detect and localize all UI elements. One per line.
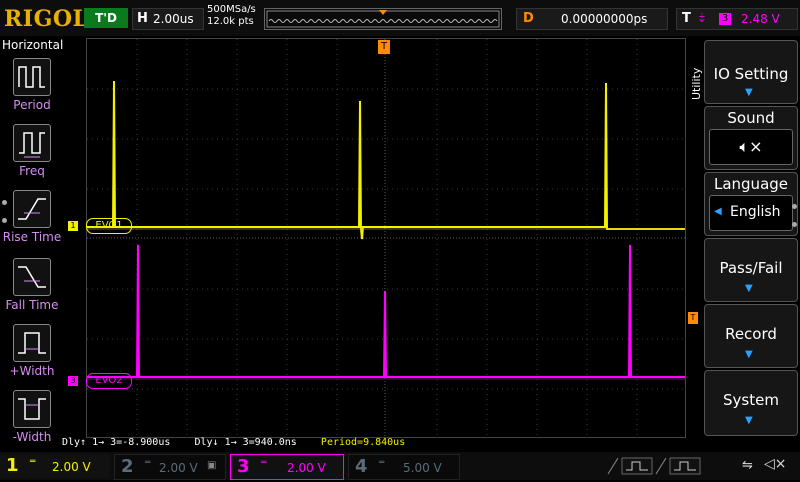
bandwidth-limit-icon: ▣: [207, 460, 217, 471]
ch2-number: 2: [121, 456, 134, 477]
ch4-number: 4: [355, 456, 368, 477]
trigger-position-marker[interactable]: T: [378, 40, 390, 54]
pass-fail-button[interactable]: Pass/Fail ▼: [704, 238, 798, 302]
speaker-mute-icon: 🔈︎×: [709, 129, 793, 165]
chevron-down-icon: ▼: [745, 87, 753, 98]
sound-button[interactable]: Sound 🔈︎×: [704, 106, 798, 170]
menu-item-rise-time[interactable]: Rise Time: [1, 188, 61, 252]
ch1-status[interactable]: 1 ═ 2.00 V: [0, 454, 110, 478]
utility-tab[interactable]: Utility: [690, 68, 703, 100]
menu-item-positive-width[interactable]: +Width: [1, 322, 61, 386]
system-button[interactable]: System ▼: [704, 370, 798, 436]
ch3-number: 3: [237, 456, 250, 477]
trigger-label: T: [682, 11, 691, 26]
menu-item-freq[interactable]: Freq: [1, 122, 61, 186]
ch2-scale: 2.00 V: [159, 461, 198, 475]
math-waveform-icon: [607, 457, 701, 475]
ch1-marker[interactable]: 1: [68, 221, 78, 231]
dc-coupling-icon: ═: [30, 457, 36, 467]
delay-value: 0.00000000ps: [561, 12, 648, 26]
system-label: System: [723, 391, 779, 409]
trigger-source: 3: [719, 13, 731, 25]
language-select[interactable]: ◀ English: [709, 195, 793, 231]
fall-time-icon: [13, 258, 51, 296]
pass-fail-label: Pass/Fail: [719, 259, 783, 277]
timebase-value: 2.00us: [153, 12, 194, 26]
ch1-trace: [87, 80, 685, 240]
right-scroll-dot: [792, 204, 797, 209]
ch3-trace: [87, 244, 685, 380]
trigger-level: 2.48 V: [741, 12, 780, 26]
period-icon: [13, 58, 51, 96]
frequency-icon: [13, 124, 51, 162]
waveform-display[interactable]: [86, 38, 686, 438]
timeline-overview[interactable]: [264, 8, 502, 30]
fall-time-label: Fall Time: [5, 298, 59, 312]
acquisition-info: 500MSa/s 12.0k pts: [207, 4, 256, 28]
ch1-label-tag: EVO1: [86, 218, 132, 234]
menu-item-period[interactable]: Period: [1, 56, 61, 120]
ch3-label-tag: EVO2: [86, 373, 132, 389]
horizontal-label: H: [137, 11, 148, 26]
io-setting-button[interactable]: IO Setting ▼: [704, 40, 798, 104]
delay-rise-measurement: Dly↑ 1→ 3=-8.900us: [62, 437, 171, 448]
dc-coupling-icon: ═: [261, 458, 267, 468]
menu-item-fall-time[interactable]: Fall Time: [1, 256, 61, 320]
record-button[interactable]: Record ▼: [704, 304, 798, 368]
sound-label: Sound: [727, 109, 775, 127]
ch3-status[interactable]: 3 ═ 2.00 V: [230, 454, 344, 480]
memory-depth: 12.0k pts: [207, 16, 254, 27]
usb-icon: ⇋: [742, 458, 753, 473]
left-scroll-dot: [2, 200, 7, 205]
freq-label: Freq: [19, 164, 45, 178]
negative-width-icon: [13, 390, 51, 428]
math-channel-icons[interactable]: [606, 454, 706, 478]
positive-width-label: +Width: [9, 364, 55, 378]
menu-item-negative-width[interactable]: -Width: [1, 388, 61, 452]
delay-label: D: [523, 11, 534, 26]
chevron-down-icon: ▼: [745, 283, 753, 294]
ch4-status[interactable]: 4 ═ 5.00 V: [348, 454, 460, 480]
rise-time-label: Rise Time: [2, 230, 62, 244]
period-measurement: Period=9.840us: [320, 437, 406, 448]
language-value: English: [730, 204, 781, 220]
timebase-box[interactable]: H 2.00us: [132, 8, 204, 30]
left-menu-title: Horizontal: [2, 38, 64, 52]
dc-coupling-icon: ═: [145, 458, 151, 468]
ch1-number: 1: [6, 455, 19, 476]
ch1-scale: 2.00 V: [52, 460, 91, 474]
ch2-status[interactable]: 2 ═ 2.00 V ▣: [114, 454, 226, 480]
delay-fall-measurement: Dly↓ 1→ 3=940.0ns: [194, 437, 297, 448]
ch3-scale: 2.00 V: [287, 461, 326, 475]
right-scroll-dot: [792, 222, 797, 227]
trigger-level-marker[interactable]: T: [688, 312, 698, 324]
timeline-trigger-marker: [379, 10, 387, 15]
delay-box[interactable]: D 0.00000000ps: [516, 8, 668, 30]
speaker-mute-icon: ◁×: [764, 456, 787, 472]
ch3-marker[interactable]: 3: [68, 376, 78, 386]
negative-width-label: -Width: [12, 430, 52, 444]
sample-rate: 500MSa/s: [207, 4, 256, 15]
ch4-scale: 5.00 V: [403, 461, 442, 475]
run-state-badge[interactable]: T'D: [84, 8, 128, 28]
measurement-results: Dly↑ 1→ 3=-8.900us Dly↓ 1→ 3=940.0ns Per…: [62, 437, 405, 448]
positive-width-icon: [13, 324, 51, 362]
dc-coupling-icon: ═: [379, 458, 385, 468]
waveform-grid: [87, 39, 685, 437]
falling-edge-icon: ⤈: [699, 10, 705, 25]
brand-logo: RIGOL: [4, 6, 89, 32]
chevron-left-icon: ◀: [714, 206, 722, 217]
rise-time-icon: [13, 190, 51, 228]
language-label: Language: [713, 175, 789, 193]
io-setting-label: IO Setting: [713, 65, 789, 83]
timeline-waveform: [266, 10, 500, 28]
language-button[interactable]: Language ◀ English: [704, 172, 798, 236]
chevron-down-icon: ▼: [745, 415, 753, 426]
trigger-box[interactable]: T ⤈ 3 2.48 V: [676, 8, 798, 30]
left-scroll-dot: [2, 218, 7, 223]
chevron-down-icon: ▼: [745, 349, 753, 360]
record-label: Record: [725, 325, 777, 343]
period-label: Period: [13, 98, 51, 112]
